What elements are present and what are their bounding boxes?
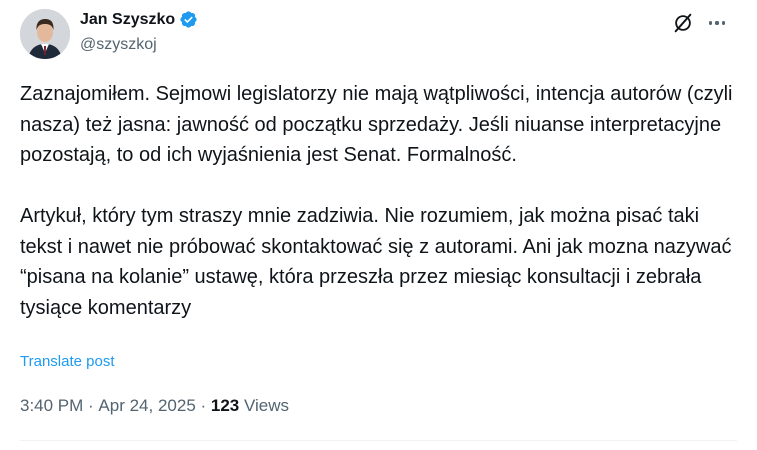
post-paragraph: Artykuł, który tym straszy mnie zadziwia… <box>20 205 738 319</box>
more-icon[interactable] <box>707 12 727 34</box>
post-date[interactable]: Apr 24, 2025 <box>98 396 195 416</box>
more-dot <box>715 21 719 25</box>
divider <box>20 440 737 441</box>
avatar[interactable] <box>20 9 70 59</box>
post-paragraph: Zaznajomiłem. Sejmowi legislatorzy nie m… <box>20 83 739 166</box>
author-display-name[interactable]: Jan Szyszko <box>80 11 175 29</box>
author-name[interactable]: Jan Szyszko <box>80 10 198 29</box>
verified-badge-icon <box>180 11 197 28</box>
post-meta: 3:40 PM · Apr 24, 2025 · 123 Views <box>20 396 289 416</box>
views-count: 123 <box>210 396 240 415</box>
more-dot <box>709 21 713 25</box>
author-handle[interactable]: @szyszkoj <box>80 36 157 54</box>
grok-icon[interactable] <box>672 12 694 34</box>
post-time[interactable]: 3:40 PM <box>20 396 83 416</box>
translate-post-link[interactable]: Translate post <box>20 353 115 370</box>
more-dot <box>721 21 725 25</box>
meta-separator: · <box>195 396 211 415</box>
post-text: Zaznajomiłem. Sejmowi legislatorzy nie m… <box>20 79 740 323</box>
views-label: Views <box>239 396 290 415</box>
meta-separator: · <box>83 396 99 415</box>
